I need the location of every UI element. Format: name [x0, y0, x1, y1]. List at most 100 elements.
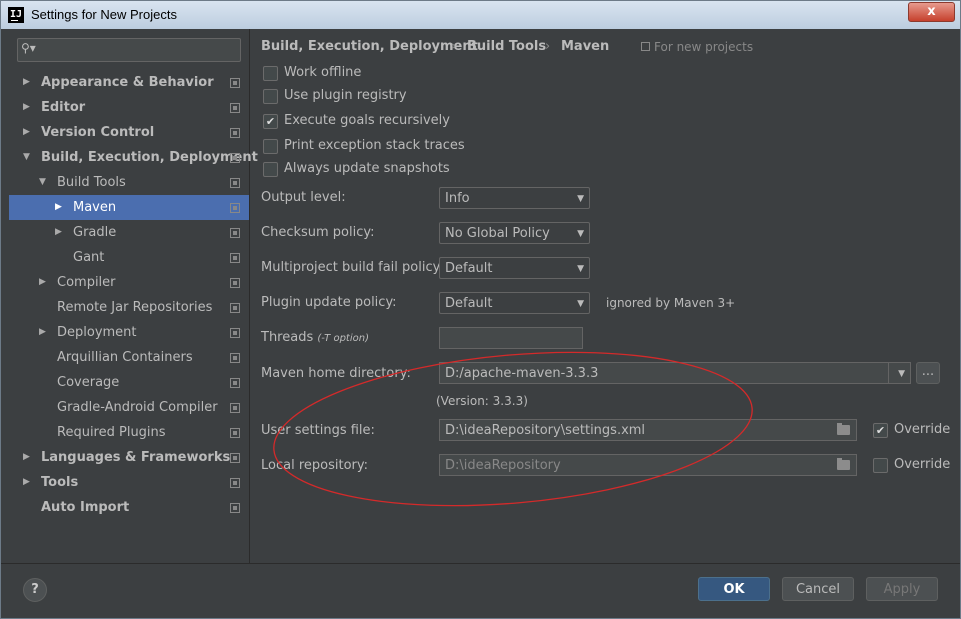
sidebar-item-gradle[interactable]: ▶ Gradle: [9, 220, 249, 245]
sidebar-item-label: Deployment: [57, 325, 137, 340]
project-scope-icon: [230, 428, 240, 438]
help-button[interactable]: ?: [23, 578, 47, 602]
sidebar-item-label: Remote Jar Repositories: [57, 300, 213, 315]
output-level-select[interactable]: Info ▼: [439, 187, 590, 209]
breadcrumb-item[interactable]: Build, Execution, Deployment: [261, 39, 478, 54]
multiproject-policy-label: Multiproject build fail policy:: [261, 260, 444, 275]
breadcrumb-separator: ›: [545, 39, 551, 54]
expand-arrow-icon: ▶: [39, 277, 46, 287]
sidebar-item-auto-import[interactable]: Auto Import: [9, 495, 249, 520]
checkbox-label: Override: [894, 457, 951, 472]
sidebar-item-build-tools[interactable]: ▼ Build Tools: [9, 170, 249, 195]
expand-arrow-icon: ▶: [55, 227, 62, 237]
chevron-down-icon: ▼: [577, 229, 584, 239]
select-value: No Global Policy: [445, 226, 550, 241]
project-scope-icon: [230, 328, 240, 338]
expand-arrow-icon: ▶: [23, 127, 30, 137]
project-scope-icon: [230, 103, 240, 113]
sidebar-item-appearance-behavior[interactable]: ▶ Appearance & Behavior: [9, 70, 249, 95]
sidebar-item-label: Build, Execution, Deployment: [41, 150, 258, 165]
sidebar-item-deployment[interactable]: ▶ Deployment: [9, 320, 249, 345]
scope-hint: For new projects: [641, 40, 753, 54]
select-value: Default: [445, 296, 493, 311]
window-title: Settings for New Projects: [31, 7, 177, 22]
expand-arrow-icon: ▶: [23, 452, 30, 462]
select-value: Default: [445, 261, 493, 276]
sidebar-item-coverage[interactable]: Coverage: [9, 370, 249, 395]
sidebar-item-gradle-android-compiler[interactable]: Gradle-Android Compiler: [9, 395, 249, 420]
threads-input[interactable]: [439, 327, 583, 349]
sidebar-item-languages-frameworks[interactable]: ▶ Languages & Frameworks: [9, 445, 249, 470]
project-scope-icon: [230, 278, 240, 288]
project-scope-icon: [230, 403, 240, 413]
sidebar-item-label: Languages & Frameworks: [41, 450, 231, 465]
project-scope-icon: [230, 253, 240, 263]
project-scope-icon: [230, 478, 240, 488]
select-value: Info: [445, 191, 470, 206]
browse-maven-home-button[interactable]: ...: [916, 362, 940, 384]
checksum-policy-label: Checksum policy:: [261, 225, 375, 240]
checkbox-box: [873, 458, 888, 473]
sidebar-item-editor[interactable]: ▶ Editor: [9, 95, 249, 120]
expand-arrow-icon: ▶: [55, 202, 62, 212]
cancel-button[interactable]: Cancel: [782, 577, 854, 601]
checkbox-label: Override: [894, 422, 951, 437]
sidebar-item-label: Compiler: [57, 275, 116, 290]
folder-icon[interactable]: [837, 458, 850, 470]
local-repository-value: D:\ideaRepository: [445, 458, 561, 473]
checkbox-label: Always update snapshots: [284, 161, 450, 176]
project-scope-icon: [230, 453, 240, 463]
local-repository-label: Local repository:: [261, 458, 368, 473]
sidebar-item-label: Tools: [41, 475, 79, 490]
checkbox-label: Work offline: [284, 65, 362, 80]
apply-button[interactable]: Apply: [866, 577, 938, 601]
chevron-down-icon: ▼: [898, 369, 905, 379]
threads-label-text: Threads: [261, 330, 314, 345]
sidebar-item-label: Gradle-Android Compiler: [57, 400, 218, 415]
ok-button[interactable]: OK: [698, 577, 770, 601]
intellij-app-icon: IJ: [8, 7, 24, 23]
search-input[interactable]: ⚲▾: [17, 38, 241, 62]
sidebar-item-label: Appearance & Behavior: [41, 75, 214, 90]
sidebar-item-version-control[interactable]: ▶ Version Control: [9, 120, 249, 145]
expand-arrow-icon: ▶: [23, 77, 30, 87]
project-scope-icon: [230, 353, 240, 363]
plugin-update-note: ignored by Maven 3+: [606, 296, 736, 310]
project-scope-icon: [230, 228, 240, 238]
sidebar-item-tools[interactable]: ▶ Tools: [9, 470, 249, 495]
maven-home-select[interactable]: D:/apache-maven-3.3.3 ▼: [439, 362, 911, 384]
sidebar-item-maven[interactable]: ▶ Maven: [9, 195, 249, 220]
chevron-down-icon: ▼: [577, 264, 584, 274]
search-icon: ⚲▾: [21, 41, 36, 55]
maven-home-label: Maven home directory:: [261, 366, 411, 381]
checkbox-box: [263, 89, 278, 104]
sidebar-item-compiler[interactable]: ▶ Compiler: [9, 270, 249, 295]
settings-window: IJ Settings for New Projects x ⚲▾ ▶ Appe…: [0, 0, 961, 619]
check-icon: ✔: [873, 423, 888, 438]
checkbox-label: Use plugin registry: [284, 88, 407, 103]
sidebar-item-label: Coverage: [57, 375, 120, 390]
sidebar-item-remote-jar-repositories[interactable]: Remote Jar Repositories: [9, 295, 249, 320]
checkbox-box: [263, 66, 278, 81]
chevron-down-icon: ▼: [577, 194, 584, 204]
breadcrumb-item: Maven: [561, 39, 610, 54]
plugin-update-policy-select[interactable]: Default ▼: [439, 292, 590, 314]
close-button[interactable]: x: [908, 2, 955, 22]
breadcrumb-item[interactable]: Build Tools: [467, 39, 546, 54]
breadcrumb-separator: ›: [451, 39, 457, 54]
multiproject-policy-select[interactable]: Default ▼: [439, 257, 590, 279]
checksum-policy-select[interactable]: No Global Policy ▼: [439, 222, 590, 244]
sidebar-item-label: Build Tools: [57, 175, 126, 190]
folder-icon[interactable]: [837, 423, 850, 435]
sidebar-item-required-plugins[interactable]: Required Plugins: [9, 420, 249, 445]
local-repository-input[interactable]: D:\ideaRepository: [439, 454, 857, 476]
user-settings-input[interactable]: D:\ideaRepository\settings.xml: [439, 419, 857, 441]
settings-sidebar: ⚲▾ ▶ Appearance & Behavior ▶ Editor ▶ Ve…: [9, 29, 258, 563]
project-scope-icon: [230, 303, 240, 313]
settings-content: Build, Execution, Deployment › Build Too…: [251, 29, 960, 563]
sidebar-item-gant[interactable]: Gant: [9, 245, 249, 270]
sidebar-item-arquillian-containers[interactable]: Arquillian Containers: [9, 345, 249, 370]
title-bar: IJ Settings for New Projects x: [1, 1, 960, 29]
sidebar-item-build-execution-deployment[interactable]: ▼ Build, Execution, Deployment: [9, 145, 258, 170]
sidebar-item-label: Maven: [73, 200, 117, 215]
